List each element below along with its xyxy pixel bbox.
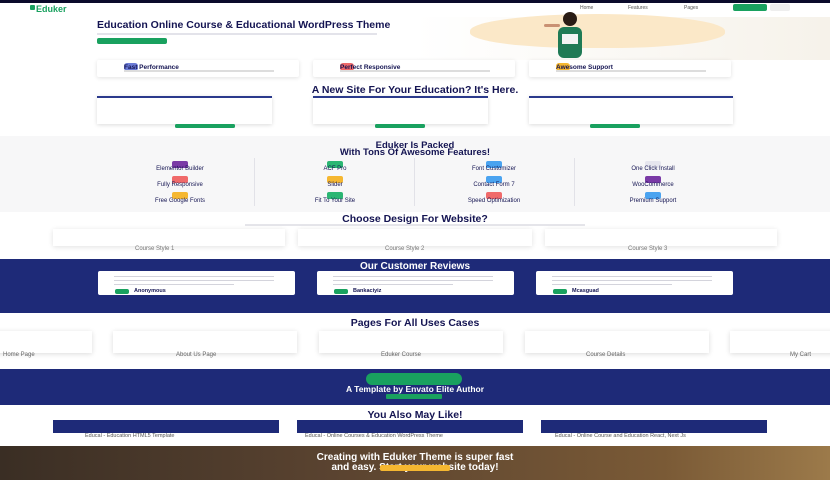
feature-text: [124, 70, 274, 72]
page-card[interactable]: [0, 331, 92, 353]
feature-label: Fit To Your Site: [314, 198, 356, 204]
feature-label: ACF Pro: [323, 166, 347, 172]
new-site-title: A New Site For Your Education? It's Here…: [311, 84, 519, 96]
related-product-label[interactable]: Educal - Online Courses & Education Word…: [305, 433, 443, 439]
review-text: [552, 284, 672, 286]
feature-label: Premium Support: [629, 198, 677, 204]
related-product-label[interactable]: Educal - Education HTML5 Template: [85, 433, 174, 439]
design-label: Course Style 2: [385, 246, 425, 252]
feature-text: [340, 70, 490, 72]
page-label: Home Page: [3, 352, 35, 358]
feature-label: Contact Form 7: [473, 182, 515, 188]
design-label: Course Style 3: [628, 246, 668, 252]
reviewer-avatar: [553, 289, 567, 294]
related-product-label[interactable]: Educal - Online Course and Education Rea…: [555, 433, 686, 439]
column-divider: [414, 158, 415, 206]
feature-label: Speed Optimization: [467, 198, 521, 204]
feature-label: Free Google Fonts: [154, 198, 206, 204]
related-product-card[interactable]: [297, 420, 523, 433]
pages-title: Pages For All Uses Cases: [350, 317, 480, 329]
reviewer-name: Bankaciyiz: [353, 288, 382, 294]
column-divider: [254, 158, 255, 206]
review-text: [333, 280, 493, 282]
review-text: [333, 284, 453, 286]
feature-label: WooCommerce: [632, 182, 674, 188]
hero-title: Education Online Course & Educational Wo…: [97, 19, 391, 31]
nav-secondary-button[interactable]: [770, 4, 790, 11]
logo-icon: [30, 5, 35, 10]
column-divider: [574, 158, 575, 206]
preview-header: [97, 96, 272, 98]
review-text: [114, 276, 274, 278]
page-card[interactable]: [113, 331, 297, 353]
review-text: [114, 284, 234, 286]
demo-preview-1[interactable]: [97, 96, 272, 124]
review-text: [114, 280, 274, 282]
nav-pages[interactable]: Pages: [684, 5, 698, 11]
page-card[interactable]: [319, 331, 503, 353]
reviewer-avatar: [115, 289, 129, 294]
review-text: [333, 276, 493, 278]
related-product-card[interactable]: [541, 420, 767, 433]
design-card-1[interactable]: [53, 229, 285, 246]
design-card-3[interactable]: [545, 229, 777, 246]
reviewer-name: Anonymous: [134, 288, 166, 294]
page-label: Eduker Course: [381, 352, 422, 358]
hero-subtitle: [97, 33, 377, 35]
page-card[interactable]: [525, 331, 709, 353]
author-title: A Template by Envato Elite Author: [345, 384, 485, 394]
review-text: [552, 280, 712, 282]
feature-label: Slider: [327, 182, 343, 188]
design-label: Course Style 1: [135, 246, 175, 252]
feature-label: Elementor Builder: [156, 166, 204, 172]
nav-cta-button[interactable]: [733, 4, 767, 11]
design-subtitle: [245, 224, 585, 226]
navbar: [0, 3, 830, 17]
page-label: About Us Page: [176, 352, 217, 358]
site-logo[interactable]: Eduker: [36, 4, 67, 14]
packed-title-2: With Tons Of Awesome Features!: [339, 147, 491, 158]
hero-cta-button[interactable]: [97, 38, 167, 44]
review-text: [552, 276, 712, 278]
page-card[interactable]: [730, 331, 830, 353]
related-product-card[interactable]: [53, 420, 279, 433]
design-card-2[interactable]: [298, 229, 532, 246]
preview-header: [313, 96, 488, 98]
page-label: My Cart: [790, 352, 811, 358]
feature-label: Fully Responsive: [157, 182, 203, 188]
demo-preview-2[interactable]: [313, 96, 488, 124]
page-label: Course Details: [586, 352, 626, 358]
feature-label: One Click Install: [631, 166, 675, 172]
nav-features[interactable]: Features: [628, 5, 648, 11]
author-button[interactable]: [386, 394, 442, 399]
demo-button-3[interactable]: [590, 124, 640, 128]
reviewer-name: Mcasguad: [572, 288, 599, 294]
hero-student-illustration: [544, 12, 582, 58]
demo-button-2[interactable]: [375, 124, 425, 128]
reviewer-avatar: [334, 289, 348, 294]
feature-text: [556, 70, 706, 72]
feature-label: Font Customizer: [471, 166, 516, 172]
demo-preview-3[interactable]: [529, 96, 733, 124]
preview-header: [529, 96, 733, 98]
footer-cta-button[interactable]: [380, 465, 450, 471]
demo-button-1[interactable]: [175, 124, 235, 128]
